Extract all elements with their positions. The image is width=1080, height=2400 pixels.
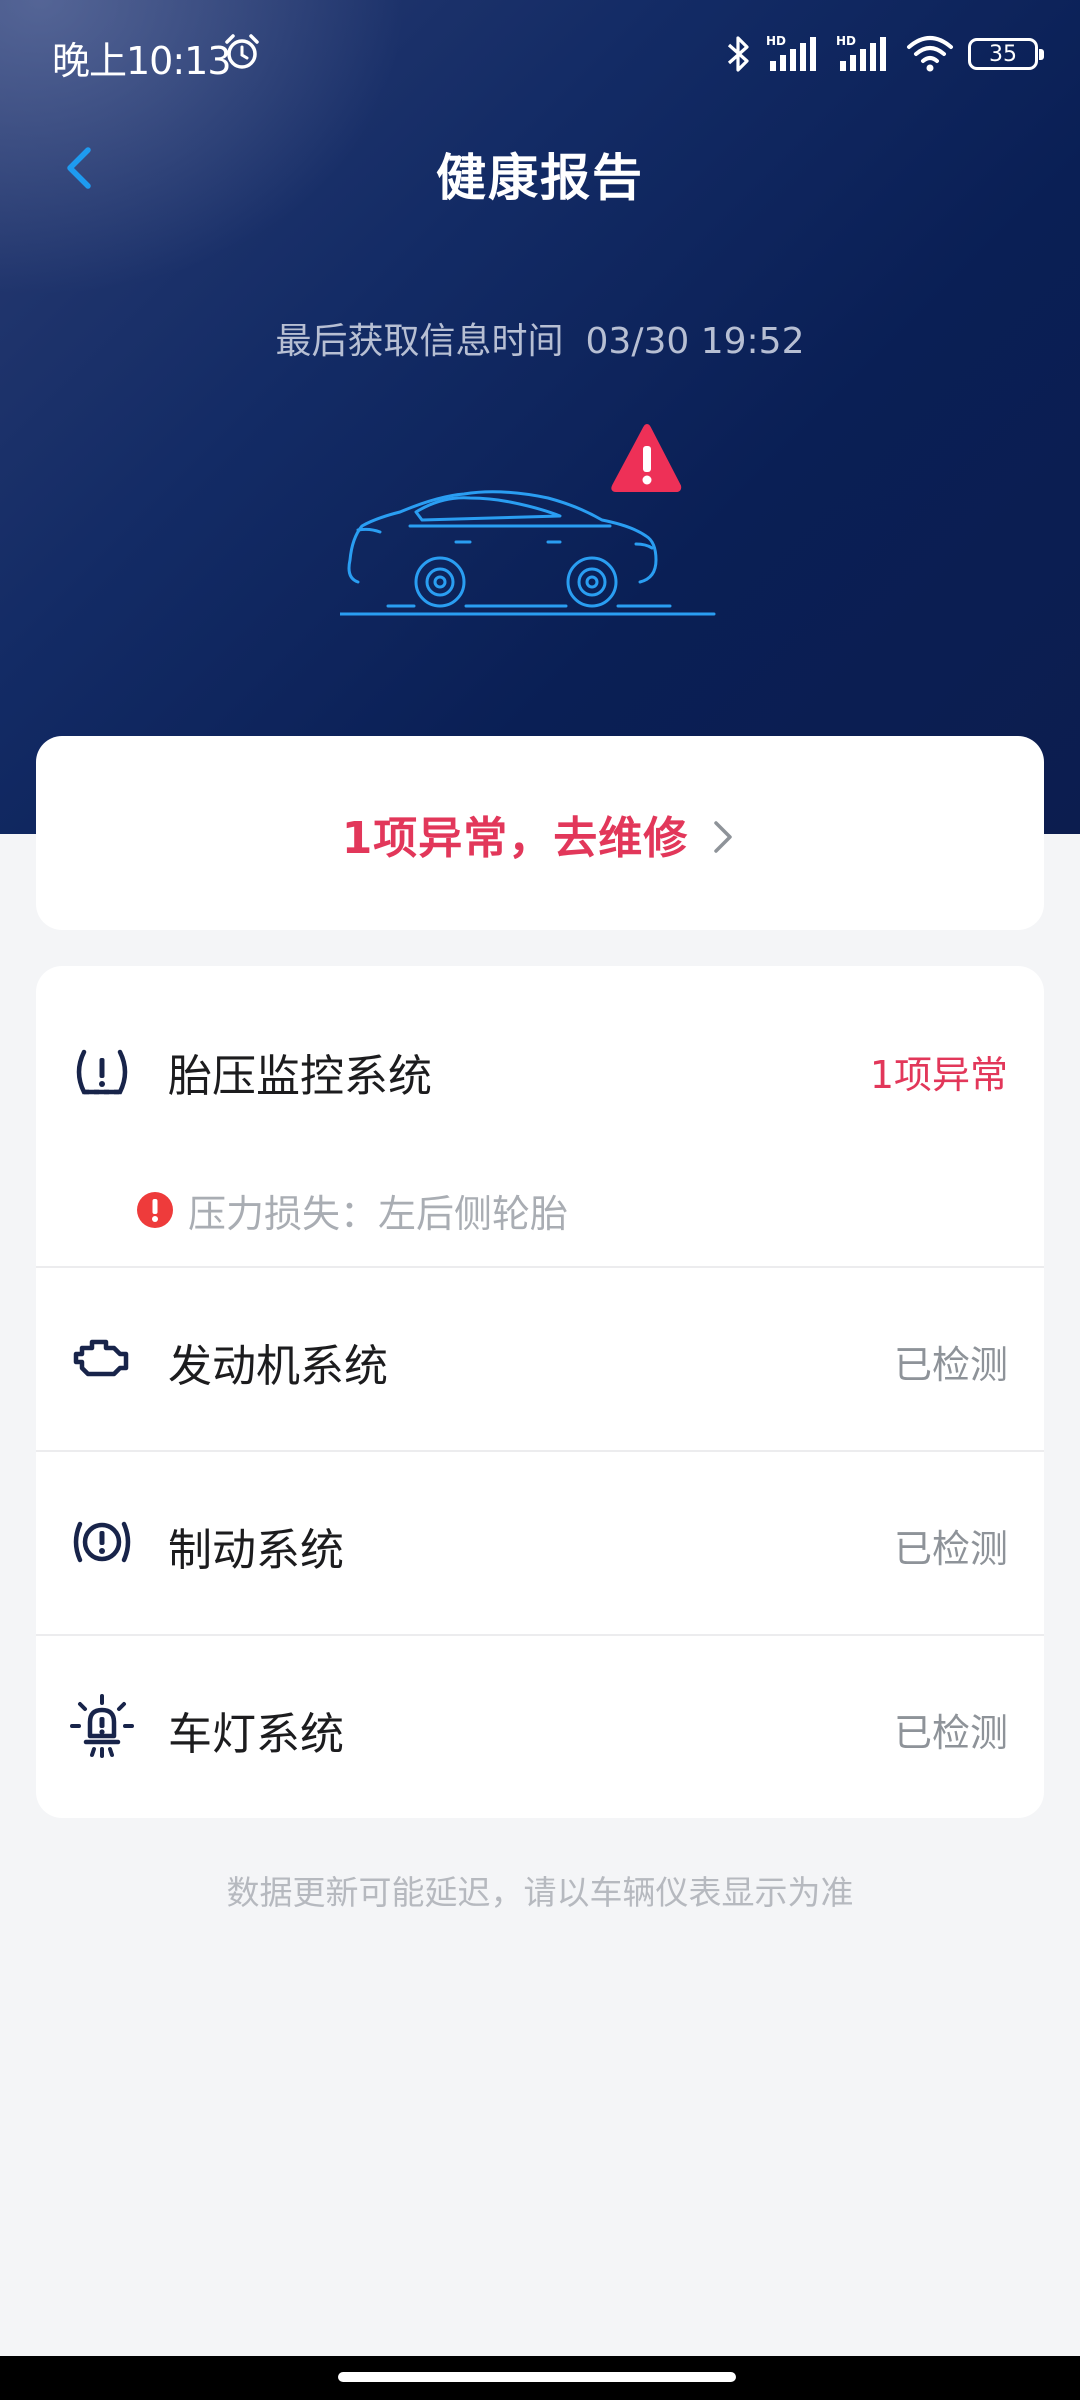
fault-detail: 压力损失：左后侧轮胎	[136, 1180, 568, 1240]
error-icon	[137, 1192, 173, 1228]
system-status: 已检测	[893, 1343, 1008, 1387]
tire-pressure-icon	[76, 1049, 128, 1095]
alarm-clock-icon	[225, 34, 259, 69]
last-update-info: 最后获取信息时间 03/30 19:52	[0, 312, 1080, 364]
system-status: 已检测	[893, 1711, 1008, 1755]
warning-triangle-icon	[611, 424, 682, 492]
car-illustration	[340, 424, 716, 616]
page-title: 健康报告	[436, 149, 644, 207]
update-label: 最后获取信息时间	[275, 321, 564, 362]
nav-bar: 健康报告	[0, 120, 1080, 220]
bluetooth-icon	[727, 36, 749, 72]
chevron-right-icon	[714, 821, 733, 853]
hd-label: HD	[766, 34, 786, 48]
system-nav-bar	[0, 2356, 1080, 2400]
cellular-signal-icon: HD	[766, 34, 816, 71]
repair-link[interactable]: 1项异常，去维修	[36, 802, 1044, 866]
cellular-signal-icon-2: HD	[836, 34, 886, 71]
system-name: 发动机系统	[168, 1341, 388, 1392]
update-timestamp: 03/30 19:52	[585, 321, 805, 362]
systems-list-card: 胎压监控系统 1项异常 压力损失：左后侧轮胎 发动机系统 已检测 制动系统 已检…	[36, 966, 1044, 1818]
repair-summary-card[interactable]: 1项异常，去维修	[36, 736, 1044, 930]
engine-icon	[73, 1339, 129, 1377]
repair-text: 1项异常，去维修	[341, 813, 689, 864]
system-row-engine[interactable]: 发动机系统 已检测	[36, 1268, 1044, 1450]
home-indicator[interactable]	[338, 2372, 736, 2382]
system-status: 1项异常	[869, 1053, 1008, 1097]
wifi-icon	[907, 36, 953, 72]
system-row-brake[interactable]: 制动系统 已检测	[36, 1452, 1044, 1634]
hd-label: HD	[836, 34, 856, 48]
battery-indicator: 35	[968, 38, 1044, 70]
system-name: 制动系统	[168, 1525, 344, 1576]
battery-level: 35	[989, 41, 1017, 67]
system-name: 车灯系统	[168, 1709, 344, 1760]
brake-icon	[73, 1521, 131, 1563]
system-row-lights[interactable]: 车灯系统 已检测	[36, 1636, 1044, 1818]
fault-text: 压力损失：左后侧轮胎	[188, 1191, 569, 1236]
status-time: 晚上10:13	[52, 39, 232, 83]
light-icon	[70, 1694, 134, 1758]
disclaimer-text: 数据更新可能延迟，请以车辆仪表显示为准	[226, 1873, 854, 1912]
status-icons: HD HD 35	[726, 30, 1044, 78]
status-bar: 晚上10:13 HD HD 35	[0, 0, 1080, 110]
system-row-tire-pressure[interactable]: 胎压监控系统 1项异常 压力损失：左后侧轮胎	[36, 966, 1044, 1266]
system-status: 已检测	[893, 1527, 1008, 1571]
system-name: 胎压监控系统	[168, 1051, 432, 1102]
